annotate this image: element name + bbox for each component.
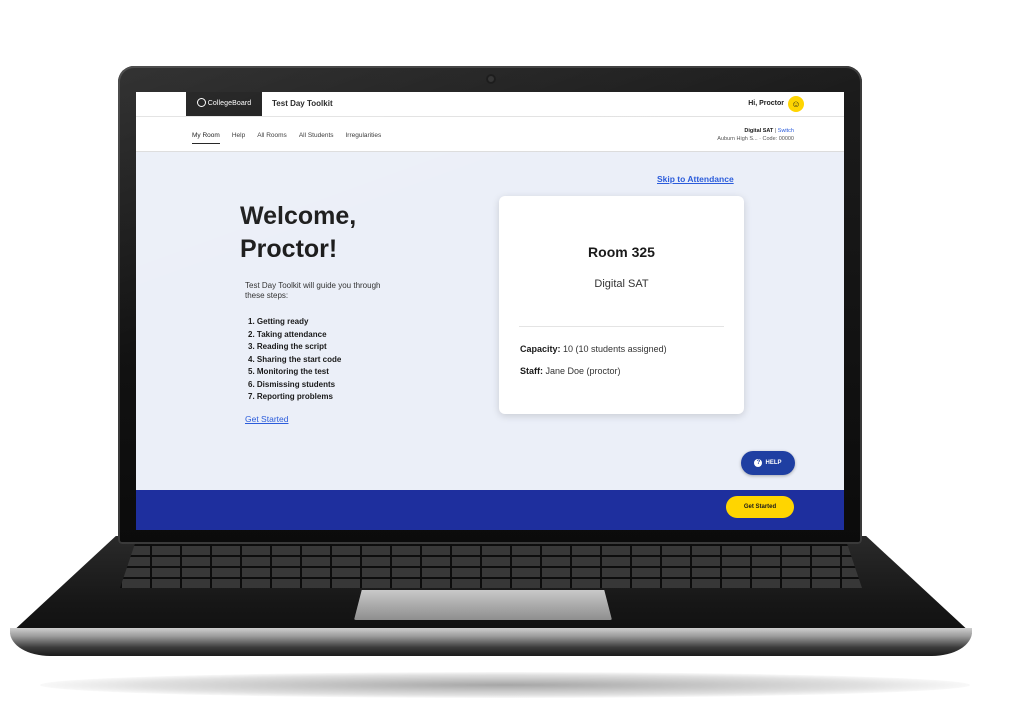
nav-tabs: My Room Help All Rooms All Students Irre…: [192, 132, 381, 144]
footer-bar: Get Started: [136, 490, 844, 530]
step-item: 5. Monitoring the test: [248, 367, 329, 376]
help-label: HELP: [765, 460, 782, 466]
welcome-heading: Welcome, Proctor!: [240, 200, 356, 266]
tab-my-room[interactable]: My Room: [192, 132, 220, 144]
get-started-link[interactable]: Get Started: [245, 414, 288, 424]
help-button[interactable]: ? HELP: [741, 451, 795, 475]
switch-test-link[interactable]: Switch: [778, 128, 794, 134]
step-item: 6. Dismissing students: [248, 379, 336, 389]
step-item: 1. Getting ready: [248, 317, 309, 326]
capacity-label: Capacity:: [520, 344, 561, 354]
skip-to-attendance-link[interactable]: Skip to Attendance: [657, 174, 734, 184]
staff-value: Jane Doe (proctor): [545, 366, 621, 376]
laptop-keyboard: [120, 544, 862, 588]
user-avatar-icon[interactable]: ☺: [788, 96, 804, 112]
app-title: Test Day Toolkit: [272, 99, 333, 108]
webcam-icon: [486, 74, 496, 84]
laptop-front-edge: [10, 628, 972, 656]
acorn-logo-icon: [196, 98, 206, 107]
room-name: Room 325: [588, 244, 655, 260]
room-test-type: Digital SAT: [594, 278, 649, 290]
main-nav: My Room Help All Rooms All Students Irre…: [136, 117, 844, 152]
test-info: Digital SAT | Switch Auburn High S... · …: [717, 128, 794, 142]
tab-help[interactable]: Help: [232, 132, 245, 144]
staff-label: Staff:: [520, 366, 543, 376]
intro-text: Test Day Toolkit will guide you through …: [245, 281, 381, 300]
logo-text: CollegeBoard: [207, 100, 252, 107]
collegeboard-logo[interactable]: CollegeBoard: [186, 92, 262, 116]
steps-list: 1. Getting ready 2. Taking attendance 3.…: [248, 316, 341, 404]
step-item: 4. Sharing the start code: [248, 354, 342, 364]
question-icon: ?: [754, 459, 763, 467]
laptop-shadow: [40, 672, 970, 698]
tab-all-rooms[interactable]: All Rooms: [257, 132, 287, 144]
current-test-name: Digital SAT: [744, 128, 774, 134]
top-bar: CollegeBoard Test Day Toolkit Hi, Procto…: [136, 92, 844, 117]
tab-all-students[interactable]: All Students: [299, 132, 334, 144]
app-screen: CollegeBoard Test Day Toolkit Hi, Procto…: [136, 92, 844, 530]
step-item: 7. Reporting problems: [248, 392, 333, 401]
capacity-row: Capacity: 10 (10 students assigned): [520, 344, 667, 354]
laptop-trackpad: [354, 590, 612, 620]
capacity-value: 10 (10 students assigned): [563, 344, 667, 354]
school-code: Auburn High S... · Code: 00000: [717, 136, 794, 142]
staff-row: Staff: Jane Doe (proctor): [520, 366, 621, 376]
tab-irregularities[interactable]: Irregularities: [346, 132, 382, 144]
room-card: Room 325 Digital SAT Capacity: 10 (10 st…: [499, 196, 744, 414]
step-item: 3. Reading the script: [248, 342, 327, 351]
user-greeting[interactable]: Hi, Proctor: [748, 92, 784, 116]
welcome-line-2: Proctor!: [240, 235, 338, 263]
step-item: 2. Taking attendance: [248, 329, 327, 339]
welcome-line-1: Welcome,: [240, 202, 357, 230]
get-started-button[interactable]: Get Started: [726, 496, 794, 518]
card-divider: [519, 326, 724, 327]
